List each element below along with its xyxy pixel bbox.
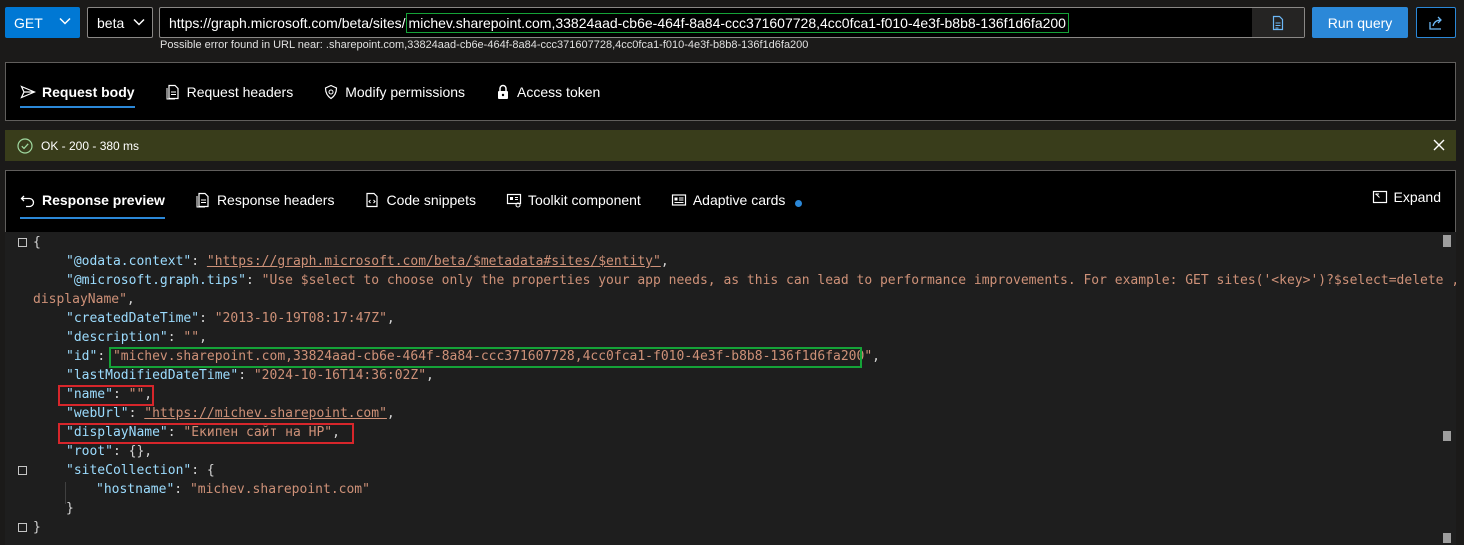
json-line: "lastModifiedDateTime": "2024-10-16T14:3… xyxy=(66,368,434,383)
json-line: "siteCollection": { xyxy=(66,463,215,478)
tab-label: Modify permissions xyxy=(345,83,466,100)
fold-toggle[interactable] xyxy=(18,466,27,475)
json-line: "root": {}, xyxy=(66,444,153,459)
json-line: "webUrl": "https://michev.sharepoint.com… xyxy=(66,406,395,421)
tab-label: Response headers xyxy=(216,192,335,208)
tab-toolkit-component[interactable]: Toolkit component xyxy=(506,171,641,229)
shield-icon xyxy=(325,84,338,99)
tab-request-headers[interactable]: Request headers xyxy=(165,63,294,120)
expand-label: Expand xyxy=(1393,189,1441,205)
scrollbar-marker xyxy=(1443,431,1451,441)
json-line: } xyxy=(33,520,41,535)
query-bar: GET beta https://graph.microsoft.com/bet… xyxy=(0,0,1464,58)
tab-modify-permissions[interactable]: Modify permissions xyxy=(323,63,465,120)
expand-icon xyxy=(1372,190,1387,204)
document-icon xyxy=(166,84,179,99)
lock-icon xyxy=(498,84,509,99)
url-input[interactable]: https://graph.microsoft.com/beta/sites/m… xyxy=(159,7,1305,38)
tab-response-headers[interactable]: Response headers xyxy=(195,171,335,229)
tab-label: Adaptive cards xyxy=(692,192,786,208)
fold-toggle[interactable] xyxy=(18,238,27,247)
url-highlighted-segment: michev.sharepoint.com,33824aad-cb6e-464f… xyxy=(405,12,1069,33)
chevron-down-icon xyxy=(59,17,71,25)
card-icon xyxy=(671,194,686,206)
scrollbar-thumb[interactable] xyxy=(1443,235,1451,247)
share-button[interactable] xyxy=(1416,7,1456,38)
request-panel: Request body Request headers Modify perm… xyxy=(5,62,1456,121)
tab-adaptive-cards[interactable]: Adaptive cards xyxy=(671,171,803,229)
json-line: "hostname": "michev.sharepoint.com" xyxy=(96,482,370,497)
version-value: beta xyxy=(97,14,125,31)
close-icon[interactable] xyxy=(1432,138,1446,152)
send-icon xyxy=(20,84,36,99)
tab-request-body[interactable]: Request body xyxy=(20,63,135,120)
json-line: } xyxy=(66,501,74,516)
url-error-message: Possible error found in URL near: .share… xyxy=(160,39,809,51)
version-dropdown[interactable]: beta xyxy=(87,7,153,38)
url-prefix: https://graph.microsoft.com/beta/sites/ xyxy=(169,14,406,31)
fold-toggle[interactable] xyxy=(18,523,27,532)
tab-response-preview[interactable]: Response preview xyxy=(20,171,165,229)
editor-scrollbar[interactable] xyxy=(1443,234,1451,545)
document-icon xyxy=(196,192,209,208)
request-tabs: Request body Request headers Modify perm… xyxy=(6,63,1455,120)
tab-label: Request body xyxy=(42,83,135,100)
code-icon xyxy=(366,192,379,208)
tab-code-snippets[interactable]: Code snippets xyxy=(364,171,476,229)
share-icon xyxy=(1429,16,1442,30)
json-line: "createdDateTime": "2013-10-19T08:17:47Z… xyxy=(66,311,395,326)
tab-label: Access token xyxy=(517,83,601,100)
notification-dot xyxy=(795,199,803,207)
document-icon xyxy=(1272,15,1284,30)
status-text: OK - 200 - 380 ms xyxy=(41,138,140,153)
json-line: "description": "", xyxy=(66,330,207,345)
scrollbar-marker xyxy=(1443,533,1451,543)
run-query-button[interactable]: Run query xyxy=(1312,7,1408,38)
status-bar: OK - 200 - 380 ms xyxy=(5,130,1456,161)
component-icon xyxy=(506,193,522,208)
response-json-editor[interactable]: { "@odata.context": "https://graph.micro… xyxy=(5,232,1456,545)
tab-access-token[interactable]: Access token xyxy=(495,63,600,120)
tab-label: Request headers xyxy=(186,83,294,100)
json-line: displayName", xyxy=(33,292,135,307)
tab-label: Toolkit component xyxy=(527,192,641,208)
tab-label: Response preview xyxy=(42,192,165,208)
expand-button[interactable]: Expand xyxy=(1372,189,1441,205)
name-highlight-box xyxy=(58,385,154,406)
json-line: "@odata.context": "https://graph.microso… xyxy=(66,254,669,269)
undo-icon xyxy=(20,195,35,208)
http-method-dropdown[interactable]: GET xyxy=(5,7,80,38)
id-highlight-box xyxy=(109,347,862,368)
http-method-value: GET xyxy=(14,14,43,31)
chevron-down-icon xyxy=(133,18,145,26)
json-line: "@microsoft.graph.tips": "Use $select to… xyxy=(66,273,1456,288)
json-line: { xyxy=(33,235,41,250)
docs-button[interactable] xyxy=(1252,8,1304,37)
response-tabs: Response preview Response headers Code s… xyxy=(6,171,1455,229)
check-circle-icon xyxy=(17,137,33,154)
tab-label: Code snippets xyxy=(386,192,476,208)
displayname-highlight-box xyxy=(58,423,354,444)
